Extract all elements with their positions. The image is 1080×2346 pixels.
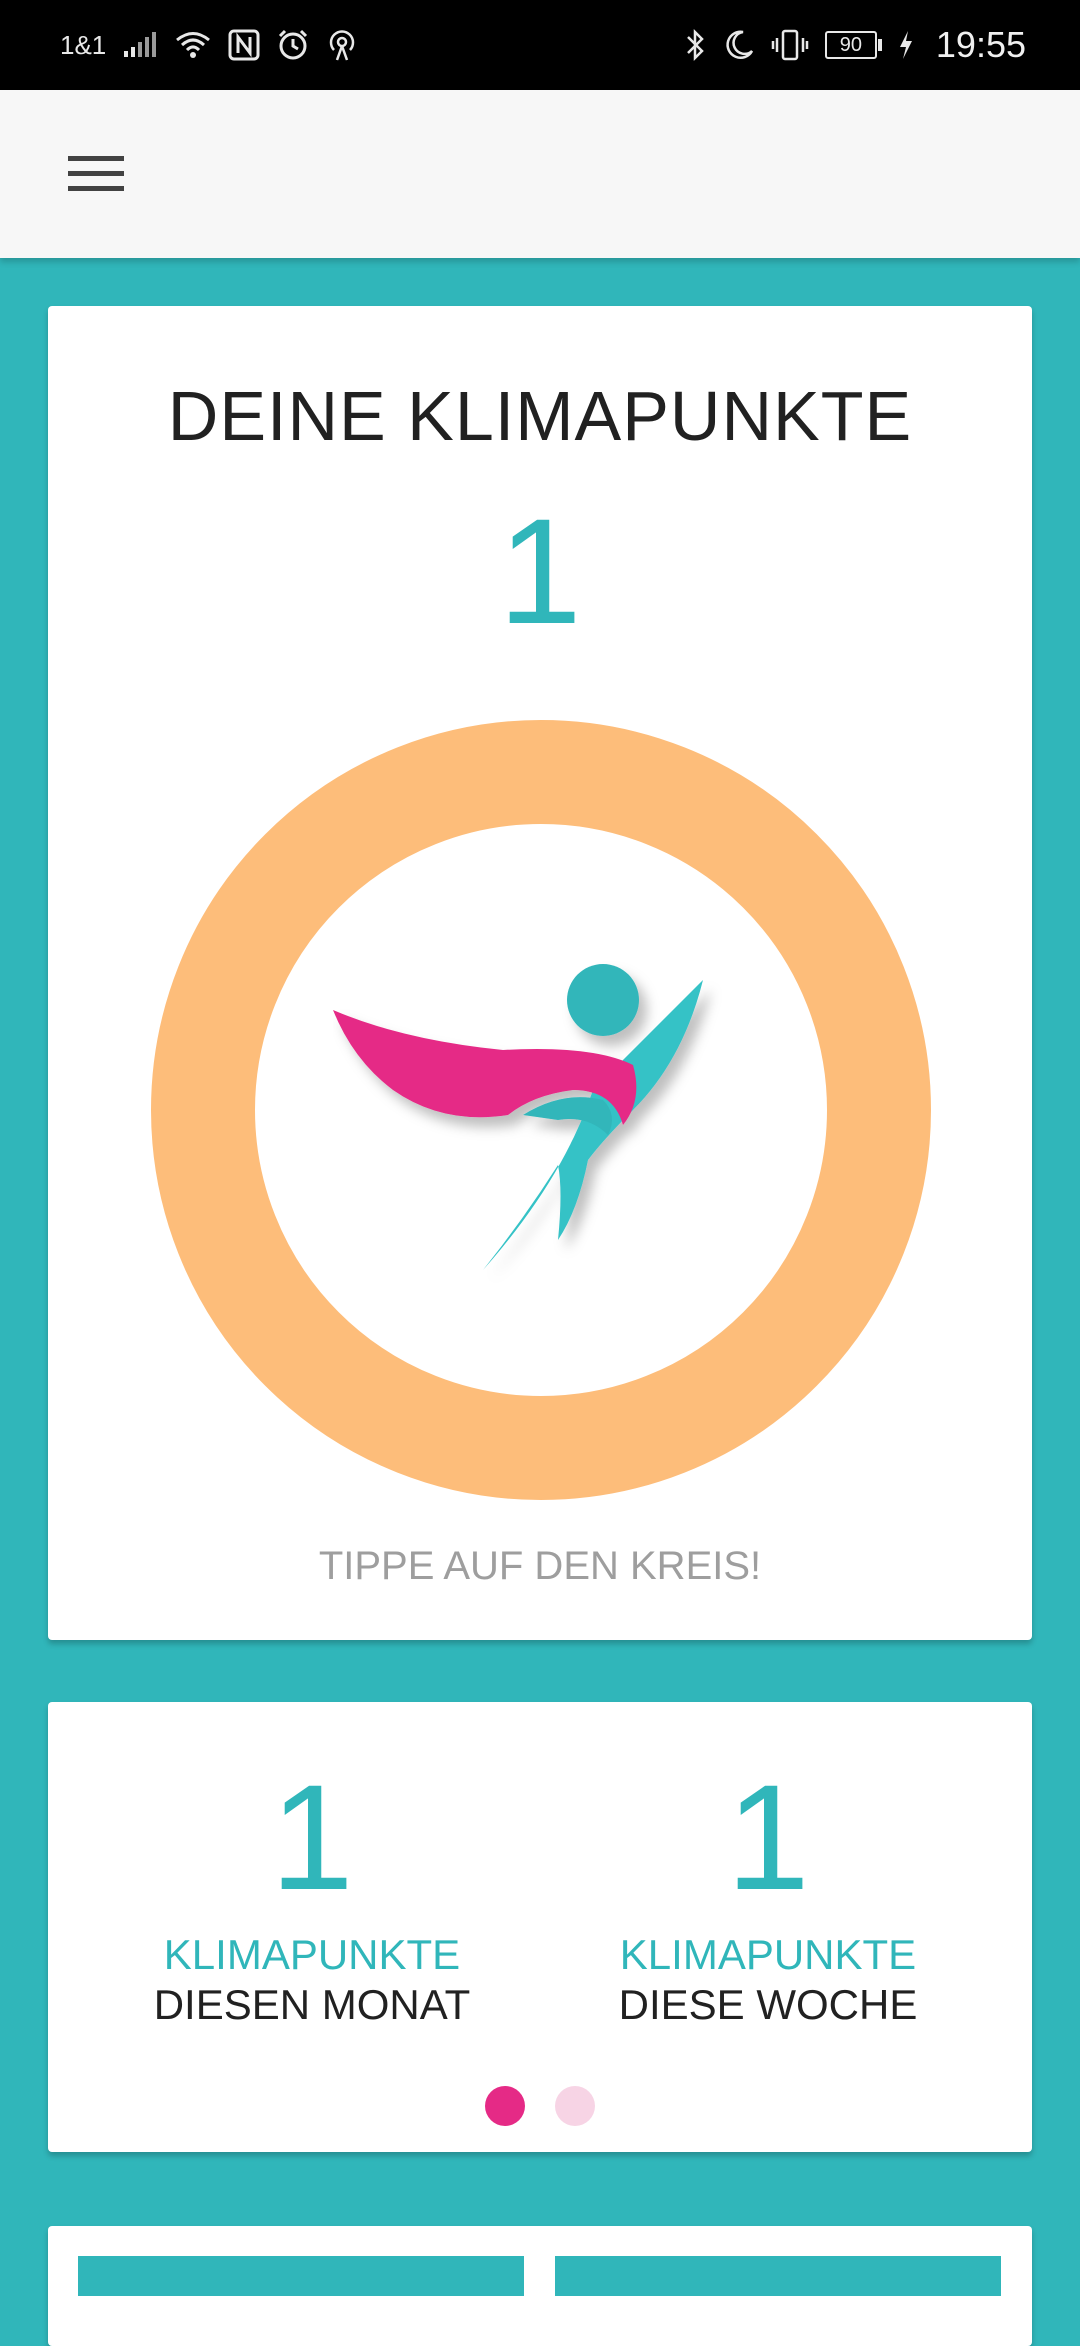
monthly-points: 1 [270,1753,354,1921]
card-title: DEINE KLIMAPUNKTE [167,377,913,455]
monthly-label-line1: KLIMAPUNKTE [163,1931,461,1978]
climate-points-card: DEINE KLIMAPUNKTE 1 TIPPE AUF DEN KREIS! [48,306,1032,1640]
alarm-icon [276,28,310,62]
status-bar-right: 90 19:55 [685,24,1026,66]
monthly-label-line2: DIESEN MONAT [153,1981,471,2028]
weekly-stat: 1 KLIMAPUNKTE DIESE WOCHE [568,1762,968,2030]
monthly-stat: 1 KLIMAPUNKTE DIESEN MONAT [112,1762,512,2030]
tap-hint: TIPPE AUF DEN KREIS! [318,1544,762,1588]
page-dot-2[interactable] [555,2086,595,2126]
status-bar: 1&1 90 19:55 [0,0,1080,90]
app-bar [0,90,1080,258]
weekly-label-line2: DIESE WOCHE [618,1981,918,2028]
bluetooth-icon [685,28,707,62]
stats-card: 1 KLIMAPUNKTE DIESEN MONAT 1 KLIMAPUNKTE… [48,1702,1032,2152]
charging-icon [898,30,914,60]
carrier-label: 1&1 [60,29,107,60]
bottom-card [48,2226,1032,2346]
bottom-action-right[interactable] [555,2256,1001,2296]
moon-icon [723,29,755,61]
signal-icon [122,31,158,59]
status-bar-left: 1&1 [60,28,358,62]
page-indicator [48,2086,1032,2126]
nfc-icon [228,29,260,61]
menu-button[interactable] [56,142,136,210]
hotspot-icon [326,28,358,62]
battery-icon: 90 [824,31,882,59]
clock: 19:55 [935,24,1026,65]
wifi-icon [174,30,212,60]
tap-circle-button[interactable] [151,720,931,1500]
bottom-action-left[interactable] [78,2256,524,2296]
weekly-points: 1 [726,1753,810,1921]
battery-level: 90 [824,31,877,59]
vibrate-icon [771,28,809,62]
hamburger-menu-icon [68,154,124,199]
total-points: 1 [498,487,582,655]
page-dot-1[interactable] [485,2086,525,2126]
weekly-label-line1: KLIMAPUNKTE [619,1931,917,1978]
superhero-logo-icon [333,940,753,1290]
